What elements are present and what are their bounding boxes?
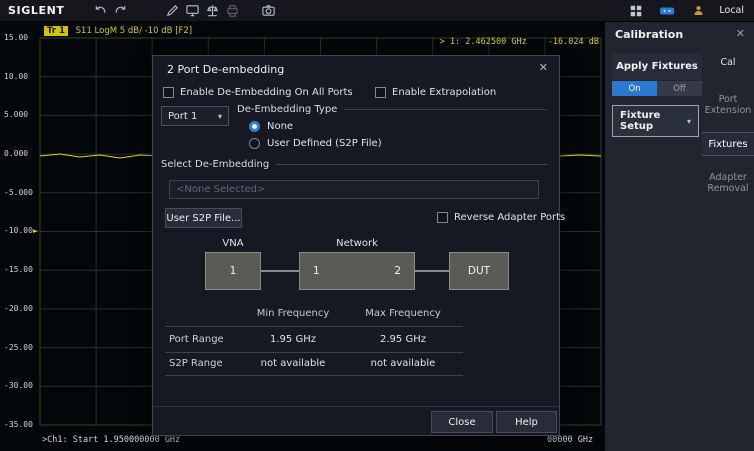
trace-format-info: S11 LogM 5 dB/ -10 dB [F2] <box>76 26 192 36</box>
apps-grid-icon[interactable] <box>626 2 646 20</box>
type-group-legend: De-Embedding Type <box>237 104 337 115</box>
sidebar-tab-adapter-removal[interactable]: Adapter Removal <box>702 172 754 194</box>
scale-icon[interactable] <box>202 2 222 20</box>
y-tick: -5.000 <box>4 188 33 197</box>
fixture-setup-label: Fixture Setup <box>620 110 687 132</box>
row-label: S2P Range <box>165 358 243 369</box>
network-port-2: 2 <box>394 265 401 277</box>
undo-icon[interactable] <box>90 2 110 20</box>
marker-readout: > 1: 2.462500 GHz -16.024 dB <box>440 37 599 47</box>
siglent-logo: SIGLENT <box>0 4 74 17</box>
s2p-range-max: not available <box>353 358 453 369</box>
marker-level: -16.024 dB <box>548 37 599 47</box>
reverse-adapter-ports-checkbox[interactable] <box>437 212 448 223</box>
type-user-defined-radio[interactable] <box>249 138 260 149</box>
select-de-embedding-group: Select De-Embedding <None Selected> <box>161 159 547 199</box>
port-range-max: 2.95 GHz <box>353 334 453 345</box>
network-box: 1 2 <box>299 252 415 290</box>
vna-diagram-label: VNA <box>205 238 261 249</box>
port-select-dropdown[interactable]: Port 1 ▾ <box>161 106 229 126</box>
usb-device-icon[interactable] <box>657 2 677 20</box>
y-tick: -15.00 <box>4 265 33 274</box>
sidebar-title: Calibration <box>615 28 683 41</box>
vna-app: SIGLENT <box>0 0 754 451</box>
connector-line <box>261 270 299 272</box>
display-icon[interactable] <box>182 2 202 20</box>
frequency-table-header: Min Frequency Max Frequency <box>165 308 465 319</box>
table-row-port-range: Port Range 1.95 GHz 2.95 GHz <box>165 334 465 345</box>
sidebar-tab-port-extension[interactable]: Port Extension <box>702 94 754 116</box>
type-none-label: None <box>267 121 293 132</box>
s2p-file-display-field[interactable]: <None Selected> <box>169 180 539 199</box>
close-button[interactable]: Close <box>431 411 493 433</box>
reference-level-marker-icon: ► <box>33 227 38 235</box>
user-s2p-file-button[interactable]: User S2P File... <box>165 208 242 228</box>
sidebar-tab-fixtures[interactable]: Fixtures <box>702 132 754 156</box>
fixture-setup-button[interactable]: Fixture Setup ▾ <box>612 105 699 137</box>
enable-all-ports-checkbox[interactable] <box>163 87 174 98</box>
channel-start-status: >Ch1: Start 1.950000000 GHz <box>42 435 180 445</box>
dialog-close-icon[interactable]: ✕ <box>539 61 548 74</box>
print-icon[interactable] <box>222 2 242 20</box>
y-tick: -30.00 <box>4 381 33 390</box>
marker-frequency: > 1: 2.462500 GHz <box>440 37 527 47</box>
enable-extrapolation-checkbox[interactable] <box>375 87 386 98</box>
connector-line <box>415 270 449 272</box>
channel-stop-status: 00000 GHz <box>547 435 593 445</box>
network-port-1: 1 <box>313 265 320 277</box>
y-tick: -20.00 <box>4 304 33 313</box>
port-select-value: Port 1 <box>168 111 197 122</box>
apply-fixtures-button[interactable]: Apply Fixtures <box>612 53 702 80</box>
chevron-down-icon: ▾ <box>687 117 691 126</box>
table-row-s2p-range: S2P Range not available not available <box>165 358 465 369</box>
user-key-icon[interactable] <box>688 2 708 20</box>
redo-icon[interactable] <box>110 2 130 20</box>
y-tick: 0.000 <box>4 149 28 158</box>
y-tick: -25.00 <box>4 343 33 352</box>
trace-badge[interactable]: Tr 1 <box>44 26 68 36</box>
network-diagram-label: Network <box>299 238 415 249</box>
dut-box: DUT <box>449 252 509 290</box>
select-group-legend: Select De-Embedding <box>161 159 269 170</box>
y-tick: -10.00 <box>4 226 33 235</box>
vna-port-box: 1 <box>205 252 261 290</box>
local-mode-label[interactable]: Local <box>719 5 744 16</box>
y-tick: 10.00 <box>4 72 28 81</box>
enable-extrapolation-label: Enable Extrapolation <box>392 87 496 98</box>
type-user-defined-label: User Defined (S2P File) <box>267 138 382 149</box>
de-embedding-type-group: De-Embedding Type None User Defined (S2P… <box>237 104 547 149</box>
row-label: Port Range <box>165 334 243 345</box>
apply-fixtures-off-toggle[interactable]: Off <box>657 81 702 96</box>
enable-all-ports-label: Enable De-Embedding On All Ports <box>180 87 353 98</box>
trace-info-line: Tr 1 S11 LogM 5 dB/ -10 dB [F2] <box>44 26 192 36</box>
help-button[interactable]: Help <box>496 411 557 433</box>
port-range-min: 1.95 GHz <box>243 334 343 345</box>
min-frequency-header: Min Frequency <box>243 308 343 319</box>
top-toolbar: SIGLENT <box>0 0 754 22</box>
y-tick: -35.00 <box>4 420 33 429</box>
annotate-pen-icon[interactable] <box>162 2 182 20</box>
chevron-down-icon: ▾ <box>218 112 222 121</box>
y-tick: 5.000 <box>4 110 28 119</box>
s2p-range-min: not available <box>243 358 343 369</box>
reverse-adapter-ports-label: Reverse Adapter Ports <box>454 212 565 223</box>
sidebar-tab-cal[interactable]: Cal <box>702 57 754 68</box>
screenshot-camera-icon[interactable] <box>258 2 278 20</box>
sidebar-close-icon[interactable]: ✕ <box>736 27 745 40</box>
footer-divider <box>153 406 559 407</box>
de-embedding-dialog: 2 Port De-embedding ✕ Enable De-Embeddin… <box>152 55 560 436</box>
calibration-sidebar: Calibration ✕ Apply Fixtures On Off Fixt… <box>605 22 754 451</box>
type-none-radio[interactable] <box>249 121 260 132</box>
max-frequency-header: Max Frequency <box>353 308 453 319</box>
y-tick: 15.00 <box>4 33 28 42</box>
apply-fixtures-on-toggle[interactable]: On <box>612 81 657 96</box>
dialog-title: 2 Port De-embedding <box>167 63 284 76</box>
